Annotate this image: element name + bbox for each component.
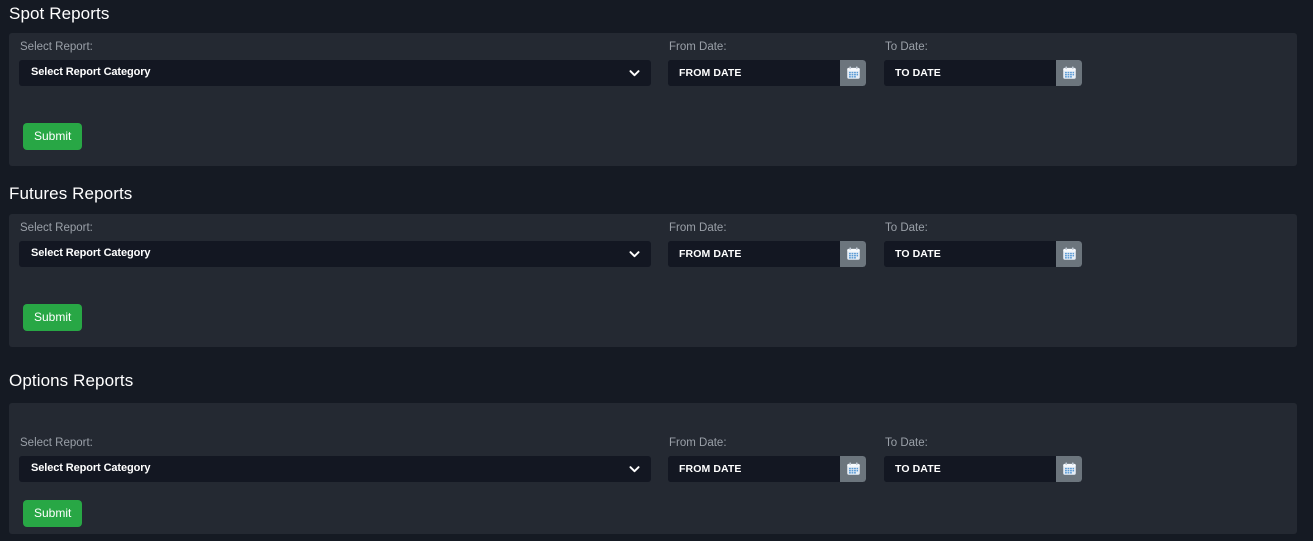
spot-reports-panel: Select Report: Select Report Category Fr…	[9, 33, 1297, 166]
spot-submit-button[interactable]: Submit	[23, 123, 83, 150]
options-select-report-field: Select Report: Select Report Category	[19, 437, 651, 482]
futures-reports-heading: Futures Reports	[9, 184, 133, 203]
options-reports-heading: Options Reports	[9, 371, 134, 390]
futures-submit-button[interactable]: Submit	[23, 304, 83, 331]
calendar-icon	[1062, 462, 1076, 475]
calendar-icon	[846, 247, 860, 260]
options-to-date-calendar-button[interactable]	[1056, 455, 1082, 482]
futures-from-date-calendar-button[interactable]	[840, 240, 866, 267]
calendar-icon	[1062, 66, 1076, 79]
chevron-down-icon	[629, 67, 640, 78]
spot-to-date-label: To Date:	[885, 41, 928, 53]
options-to-date-input[interactable]	[884, 455, 1056, 482]
futures-from-date-field: From Date:	[668, 222, 866, 267]
options-from-date-input[interactable]	[668, 455, 840, 482]
futures-select-report-label: Select Report:	[20, 222, 93, 234]
futures-from-date-group	[668, 240, 866, 267]
options-reports-panel: Select Report: Select Report Category Fr…	[9, 403, 1297, 534]
spot-from-date-field: From Date:	[668, 41, 866, 86]
options-select-report-value: Select Report Category	[31, 462, 151, 474]
spot-from-date-label: From Date:	[669, 41, 727, 53]
calendar-icon	[1062, 247, 1076, 260]
futures-to-date-input[interactable]	[884, 240, 1056, 267]
options-select-report-dropdown[interactable]: Select Report Category	[19, 455, 651, 482]
spot-from-date-input[interactable]	[668, 59, 840, 86]
options-submit-button[interactable]: Submit	[23, 500, 83, 527]
futures-to-date-group	[884, 240, 1082, 267]
futures-select-report-value: Select Report Category	[31, 247, 151, 259]
spot-to-date-calendar-button[interactable]	[1056, 59, 1082, 86]
futures-to-date-label: To Date:	[885, 222, 928, 234]
chevron-down-icon	[629, 463, 640, 474]
spot-to-date-group	[884, 59, 1082, 86]
spot-select-report-dropdown[interactable]: Select Report Category	[19, 59, 651, 86]
options-from-date-calendar-button[interactable]	[840, 455, 866, 482]
options-to-date-group	[884, 455, 1082, 482]
options-from-date-label: From Date:	[669, 437, 727, 449]
reports-page: Spot Reports Select Report: Select Repor…	[0, 0, 1313, 541]
futures-select-report-dropdown[interactable]: Select Report Category	[19, 240, 651, 267]
chevron-down-icon	[629, 248, 640, 259]
spot-select-report-value: Select Report Category	[31, 66, 151, 78]
futures-from-date-label: From Date:	[669, 222, 727, 234]
spot-select-report-field: Select Report: Select Report Category	[19, 41, 651, 86]
spot-from-date-group	[668, 59, 866, 86]
options-to-date-label: To Date:	[885, 437, 928, 449]
options-select-report-label: Select Report:	[20, 437, 93, 449]
futures-to-date-field: To Date:	[884, 222, 1082, 267]
futures-select-report-field: Select Report: Select Report Category	[19, 222, 651, 267]
futures-to-date-calendar-button[interactable]	[1056, 240, 1082, 267]
spot-select-report-label: Select Report:	[20, 41, 93, 53]
futures-reports-panel: Select Report: Select Report Category Fr…	[9, 214, 1297, 347]
options-from-date-field: From Date:	[668, 437, 866, 482]
options-from-date-group	[668, 455, 866, 482]
options-to-date-field: To Date:	[884, 437, 1082, 482]
spot-to-date-field: To Date:	[884, 41, 1082, 86]
futures-from-date-input[interactable]	[668, 240, 840, 267]
spot-reports-heading: Spot Reports	[9, 4, 110, 23]
spot-to-date-input[interactable]	[884, 59, 1056, 86]
calendar-icon	[846, 66, 860, 79]
calendar-icon	[846, 462, 860, 475]
spot-from-date-calendar-button[interactable]	[840, 59, 866, 86]
